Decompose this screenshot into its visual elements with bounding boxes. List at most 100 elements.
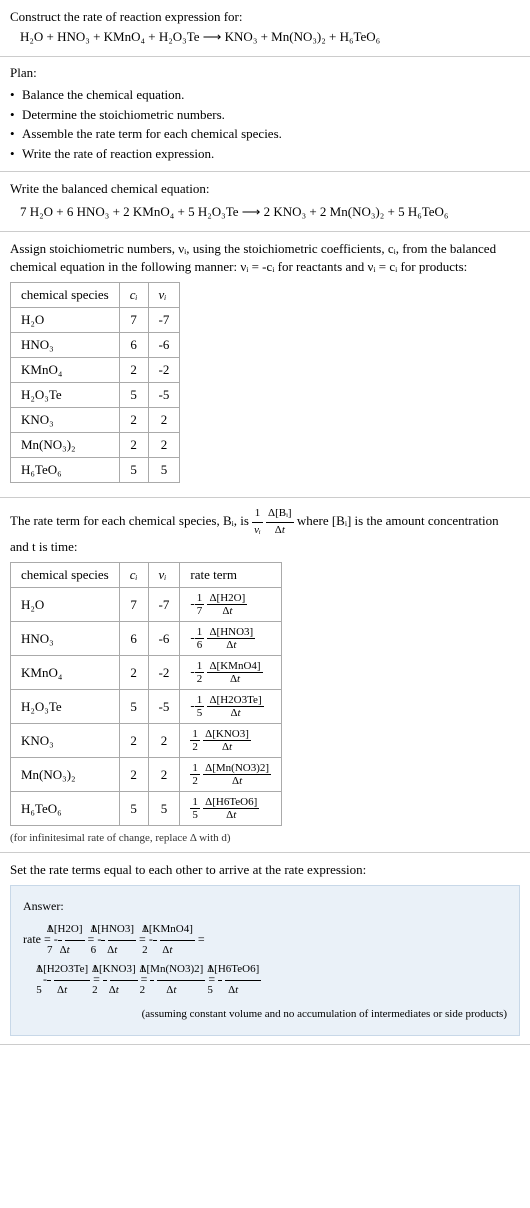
table-row: HNO₃6-6: [11, 333, 180, 358]
cell-c: 5: [119, 383, 148, 408]
cell-c: 2: [119, 358, 148, 383]
rateterm-section: The rate term for each chemical species,…: [0, 498, 530, 853]
cell-v: -6: [148, 622, 180, 656]
col-ci: cᵢ: [119, 283, 148, 308]
cell-c: 5: [119, 690, 148, 724]
balanced-section: Write the balanced chemical equation: 7 …: [0, 172, 530, 231]
cell-species: H₂O: [11, 308, 120, 333]
cell-species: KNO₃: [11, 724, 120, 758]
stoich-section: Assign stoichiometric numbers, νᵢ, using…: [0, 232, 530, 498]
cell-c: 2: [119, 408, 148, 433]
answer-label: Answer:: [23, 896, 507, 918]
stoich-table: chemical species cᵢ νᵢ H₂O7-7 HNO₃6-6 KM…: [10, 282, 180, 483]
col-ci: cᵢ: [119, 563, 148, 588]
table-row: Mn(NO₃)₂2212 Δ[Mn(NO3)2]Δt: [11, 758, 282, 792]
answer-note: (assuming constant volume and no accumul…: [23, 1005, 507, 1025]
col-vi: νᵢ: [148, 563, 180, 588]
cell-rate: 12 Δ[KNO3]Δt: [180, 724, 282, 758]
rateterm-para: The rate term for each chemical species,…: [10, 506, 520, 556]
table-row: Mn(NO₃)₂22: [11, 433, 180, 458]
plan-item: Determine the stoichiometric numbers.: [10, 105, 520, 125]
table-row: KNO₃22: [11, 408, 180, 433]
cell-rate: -16 Δ[HNO3]Δt: [180, 622, 282, 656]
stoich-para: Assign stoichiometric numbers, νᵢ, using…: [10, 240, 520, 276]
cell-species: H₂O: [11, 588, 120, 622]
balanced-title: Write the balanced chemical equation:: [10, 180, 520, 198]
table-row: KMnO₄2-2-12 Δ[KMnO4]Δt: [11, 656, 282, 690]
intro-section: Construct the rate of reaction expressio…: [0, 0, 530, 57]
cell-species: Mn(NO₃)₂: [11, 433, 120, 458]
table-row: H₆TeO₆5515 Δ[H6TeO6]Δt: [11, 792, 282, 826]
cell-species: HNO₃: [11, 622, 120, 656]
cell-v: -5: [148, 690, 180, 724]
plan-item: Write the rate of reaction expression.: [10, 144, 520, 164]
table-row: H₂O7-7: [11, 308, 180, 333]
cell-c: 7: [119, 588, 148, 622]
cell-v: -5: [148, 383, 180, 408]
rate-expression: rate = -17 Δ[H2O]Δt = -16 Δ[HNO3]Δt = -1…: [23, 920, 507, 1001]
cell-species: H₂O₃Te: [11, 383, 120, 408]
intro-title: Construct the rate of reaction expressio…: [10, 8, 520, 26]
rateterm-table: chemical species cᵢ νᵢ rate term H₂O7-7-…: [10, 562, 282, 826]
cell-c: 6: [119, 622, 148, 656]
balanced-equation: 7 H₂O + 6 HNO₃ + 2 KMnO₄ + 5 H₂O₃Te ⟶ 2 …: [10, 203, 520, 221]
table-row: H₂O₃Te5-5-15 Δ[H2O3Te]Δt: [11, 690, 282, 724]
cell-v: -2: [148, 656, 180, 690]
plan-item: Assemble the rate term for each chemical…: [10, 124, 520, 144]
table-row: H₂O7-7-17 Δ[H2O]Δt: [11, 588, 282, 622]
table-row: KNO₃2212 Δ[KNO3]Δt: [11, 724, 282, 758]
cell-species: HNO₃: [11, 333, 120, 358]
plan-item: Balance the chemical equation.: [10, 85, 520, 105]
cell-v: 2: [148, 433, 180, 458]
cell-species: KNO₃: [11, 408, 120, 433]
plan-title: Plan:: [10, 65, 520, 81]
cell-c: 2: [119, 656, 148, 690]
cell-c: 7: [119, 308, 148, 333]
cell-v: -7: [148, 588, 180, 622]
rate-frac-delta: Δ[Bᵢ]Δt: [266, 506, 294, 538]
col-species: chemical species: [11, 563, 120, 588]
table-header-row: chemical species cᵢ νᵢ rate term: [11, 563, 282, 588]
cell-rate: -15 Δ[H2O3Te]Δt: [180, 690, 282, 724]
rate-frac-coef: 1νᵢ: [252, 506, 263, 538]
cell-species: KMnO₄: [11, 656, 120, 690]
final-section: Set the rate terms equal to each other t…: [0, 853, 530, 1045]
cell-c: 6: [119, 333, 148, 358]
cell-species: H₂O₃Te: [11, 690, 120, 724]
cell-species: H₆TeO₆: [11, 458, 120, 483]
cell-v: 2: [148, 758, 180, 792]
cell-v: 5: [148, 458, 180, 483]
cell-rate: -12 Δ[KMnO4]Δt: [180, 656, 282, 690]
cell-v: 2: [148, 408, 180, 433]
table-header-row: chemical species cᵢ νᵢ: [11, 283, 180, 308]
cell-v: -7: [148, 308, 180, 333]
cell-c: 2: [119, 433, 148, 458]
col-species: chemical species: [11, 283, 120, 308]
rateterm-note: (for infinitesimal rate of change, repla…: [10, 832, 520, 844]
cell-c: 2: [119, 724, 148, 758]
col-vi: νᵢ: [148, 283, 180, 308]
rateterm-pre: The rate term for each chemical species,…: [10, 513, 252, 528]
cell-v: 2: [148, 724, 180, 758]
cell-rate: 12 Δ[Mn(NO3)2]Δt: [180, 758, 282, 792]
cell-rate: -17 Δ[H2O]Δt: [180, 588, 282, 622]
cell-v: -6: [148, 333, 180, 358]
answer-box: Answer: rate = -17 Δ[H2O]Δt = -16 Δ[HNO3…: [10, 885, 520, 1036]
intro-equation: H₂O + HNO₃ + KMnO₄ + H₂O₃Te ⟶ KNO₃ + Mn(…: [10, 28, 520, 46]
final-para: Set the rate terms equal to each other t…: [10, 861, 520, 879]
table-row: H₂O₃Te5-5: [11, 383, 180, 408]
col-rate: rate term: [180, 563, 282, 588]
cell-c: 5: [119, 458, 148, 483]
cell-v: -2: [148, 358, 180, 383]
table-row: HNO₃6-6-16 Δ[HNO3]Δt: [11, 622, 282, 656]
cell-species: KMnO₄: [11, 358, 120, 383]
cell-species: Mn(NO₃)₂: [11, 758, 120, 792]
table-row: KMnO₄2-2: [11, 358, 180, 383]
cell-c: 2: [119, 758, 148, 792]
plan-list: Balance the chemical equation. Determine…: [10, 85, 520, 163]
table-row: H₆TeO₆55: [11, 458, 180, 483]
cell-rate: 15 Δ[H6TeO6]Δt: [180, 792, 282, 826]
plan-section: Plan: Balance the chemical equation. Det…: [0, 57, 530, 172]
cell-c: 5: [119, 792, 148, 826]
cell-v: 5: [148, 792, 180, 826]
